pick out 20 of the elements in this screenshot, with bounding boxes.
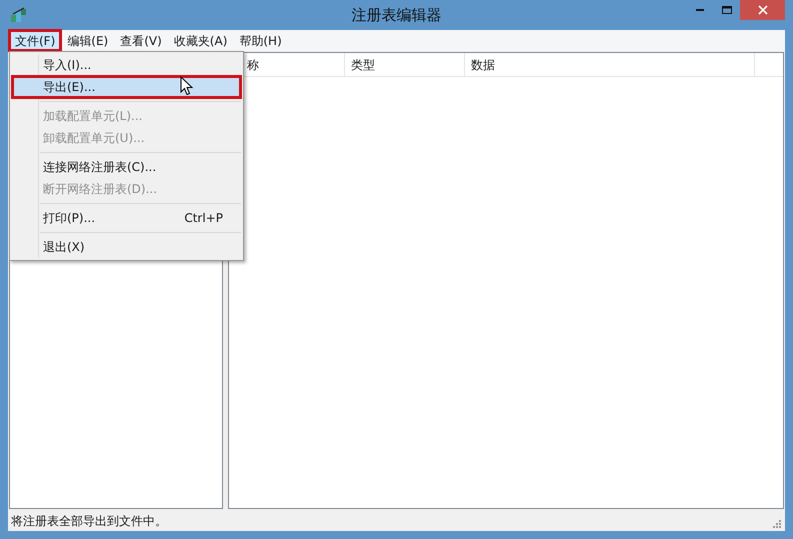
close-button[interactable] xyxy=(740,0,785,20)
menu-item[interactable]: 退出(X) xyxy=(12,236,241,258)
menu-bar-item[interactable]: 编辑(E) xyxy=(61,30,114,51)
menu-item[interactable]: 连接网络注册表(C)... xyxy=(12,156,241,178)
menu-item[interactable]: 打印(P)... Ctrl+P xyxy=(12,207,241,229)
column-header[interactable]: 类型 xyxy=(345,53,465,76)
minimize-icon xyxy=(696,8,704,12)
close-icon xyxy=(758,5,768,15)
registry-app-icon xyxy=(10,7,28,23)
column-header[interactable]: 数据 xyxy=(465,53,755,76)
window-title: 注册表编辑器 xyxy=(352,4,442,26)
menu-bar-item[interactable]: 文件(F) xyxy=(9,30,62,51)
status-text: 将注册表全部导出到文件中。 xyxy=(11,513,167,530)
mouse-cursor-icon xyxy=(180,76,194,96)
menu-bar-item[interactable]: 查看(V) xyxy=(114,30,168,51)
menu-item[interactable]: 导出(E)... xyxy=(12,76,241,98)
menu-bar-item[interactable]: 帮助(H) xyxy=(233,30,288,51)
resize-grip-icon xyxy=(772,519,781,528)
menu-bar-item[interactable]: 收藏夹(A) xyxy=(168,30,234,51)
maximize-icon xyxy=(722,6,732,14)
